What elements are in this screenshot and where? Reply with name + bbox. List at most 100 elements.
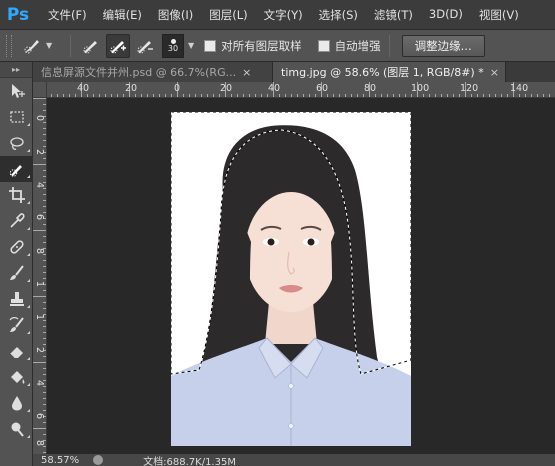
menu-filter[interactable]: 滤镜(T) <box>366 7 421 23</box>
paint-bucket-icon <box>10 371 24 384</box>
brush-size-value: 30 <box>167 43 179 53</box>
new-selection-brush-icon <box>83 40 97 53</box>
tab-label: timg.jpg @ 58.6% (图层 1, RGB/8#) * <box>281 66 484 79</box>
brush-tip-icon <box>170 38 176 44</box>
ruler-label: 1 <box>34 314 45 321</box>
status-info-icon[interactable] <box>93 455 104 465</box>
ruler-origin[interactable] <box>33 82 47 98</box>
tool-flyout-indicator <box>27 227 30 230</box>
options-bar: ▼ 30 ▼ 对所有图层取样 自动增强 调整边缘... <box>0 30 555 62</box>
dodge-tool[interactable] <box>0 416 33 442</box>
ruler-label: 0 <box>34 115 45 122</box>
tool-flyout-indicator <box>27 279 30 282</box>
tools-panel-collapse[interactable]: ▸▸ <box>0 62 32 78</box>
quick-selection-brush-icon <box>24 39 39 53</box>
crop-tool[interactable] <box>0 182 33 208</box>
brush-size-picker[interactable]: 30 <box>162 33 184 58</box>
options-bar-grip[interactable] <box>6 34 12 57</box>
lasso-tool[interactable] <box>0 130 33 156</box>
menu-view[interactable]: 视图(V) <box>471 7 527 23</box>
tool-flyout-indicator <box>27 123 30 126</box>
ruler-label: 140 <box>510 83 529 94</box>
chevron-down-icon: ▼ <box>46 41 53 50</box>
eyedropper-icon <box>9 213 25 228</box>
blur-tool[interactable] <box>0 390 33 416</box>
tab-document-psd[interactable]: 信息屏源文件并州.psd @ 66.7%(RG... × <box>33 62 273 82</box>
ruler-label: 120 <box>460 83 479 94</box>
ruler-label: 8 <box>34 248 45 255</box>
ruler-label: 6 <box>34 214 45 221</box>
tools-panel: ▸▸ <box>0 62 33 466</box>
menu-file[interactable]: 文件(F) <box>40 7 95 23</box>
clone-stamp-tool[interactable] <box>0 286 33 312</box>
tool-flyout-indicator <box>27 331 30 334</box>
ruler-label: 4 <box>34 182 45 189</box>
history-brush-icon <box>9 317 24 332</box>
ruler-label: 80 <box>364 83 377 94</box>
new-selection-mode-button[interactable] <box>79 34 103 58</box>
tool-flyout-indicator <box>27 149 30 152</box>
menu-edit[interactable]: 编辑(E) <box>95 7 150 23</box>
sample-all-layers-option: 对所有图层取样 <box>204 38 302 54</box>
tool-preset-picker[interactable]: ▼ <box>22 36 62 56</box>
quick-selection-icon <box>9 165 22 177</box>
menu-layer[interactable]: 图层(L) <box>201 7 255 23</box>
menu-type[interactable]: 文字(Y) <box>256 7 311 23</box>
tool-flyout-indicator <box>27 435 30 438</box>
healing-brush-tool[interactable] <box>0 234 33 260</box>
menu-select[interactable]: 选择(S) <box>311 7 366 23</box>
eraser-tool[interactable] <box>0 338 33 364</box>
chevron-down-icon[interactable]: ▼ <box>188 41 194 50</box>
tab-document-timg[interactable]: timg.jpg @ 58.6% (图层 1, RGB/8#) * × <box>273 62 506 82</box>
history-brush-tool[interactable] <box>0 312 33 338</box>
ruler-label: 20 <box>125 83 138 94</box>
tool-flyout-indicator <box>27 357 30 360</box>
close-icon[interactable]: × <box>490 66 499 79</box>
auto-enhance-checkbox[interactable] <box>317 39 330 52</box>
horizontal-ruler[interactable]: 40 20 0 20 40 60 80 100 120 140 <box>33 82 555 98</box>
add-to-selection-mode-button[interactable] <box>106 33 130 58</box>
portrait-image <box>171 112 411 446</box>
ruler-label: 8 <box>34 440 45 447</box>
ruler-label: 2 <box>34 149 45 156</box>
brush-icon <box>9 265 24 280</box>
menu-items: 文件(F) 编辑(E) 图像(I) 图层(L) 文字(Y) 选择(S) 滤镜(T… <box>40 7 527 23</box>
dodge-icon <box>11 422 24 437</box>
subtract-from-selection-mode-button[interactable] <box>133 34 157 58</box>
tool-flyout-indicator <box>27 409 30 412</box>
separator <box>388 34 390 57</box>
add-selection-brush-icon <box>110 40 126 53</box>
menu-bar: Ps 文件(F) 编辑(E) 图像(I) 图层(L) 文字(Y) 选择(S) 滤… <box>0 0 555 30</box>
healing-brush-icon <box>9 240 24 254</box>
move-tool[interactable] <box>0 78 33 104</box>
quick-selection-tool[interactable] <box>0 156 33 182</box>
tool-flyout-indicator <box>27 201 30 204</box>
auto-enhance-option: 自动增强 <box>317 38 381 54</box>
sample-all-layers-checkbox[interactable] <box>204 39 217 52</box>
portrait-photo[interactable] <box>171 112 411 446</box>
paint-bucket-tool[interactable] <box>0 364 33 390</box>
refine-edge-button[interactable]: 调整边缘... <box>401 34 485 57</box>
close-icon[interactable]: × <box>242 66 251 79</box>
zoom-level[interactable]: 58.57% <box>41 455 79 466</box>
vertical-ruler[interactable]: 0 2 4 6 8 1 1 2 4 6 8 <box>33 98 47 454</box>
ruler-label: 6 <box>34 413 45 420</box>
marquee-tool[interactable] <box>0 104 33 130</box>
menu-image[interactable]: 图像(I) <box>150 7 201 23</box>
ruler-label: 0 <box>174 83 181 94</box>
eyedropper-tool[interactable] <box>0 208 33 234</box>
move-tool-icon <box>11 84 25 98</box>
separator <box>70 34 71 57</box>
subtract-selection-brush-icon <box>137 40 153 53</box>
document-canvas[interactable] <box>47 98 555 454</box>
status-bar: 58.57% 文档:688.7K/1.35M <box>33 454 555 466</box>
sample-all-layers-label: 对所有图层取样 <box>221 38 302 53</box>
auto-enhance-label: 自动增强 <box>334 38 381 53</box>
ruler-label: 60 <box>316 83 329 94</box>
tool-flyout-indicator <box>27 253 30 256</box>
menu-3d[interactable]: 3D(D) <box>421 7 471 23</box>
brush-tool[interactable] <box>0 260 33 286</box>
document-size-info[interactable]: 文档:688.7K/1.35M <box>143 453 236 466</box>
ruler-label: 2 <box>34 347 45 354</box>
eraser-icon <box>9 347 23 359</box>
